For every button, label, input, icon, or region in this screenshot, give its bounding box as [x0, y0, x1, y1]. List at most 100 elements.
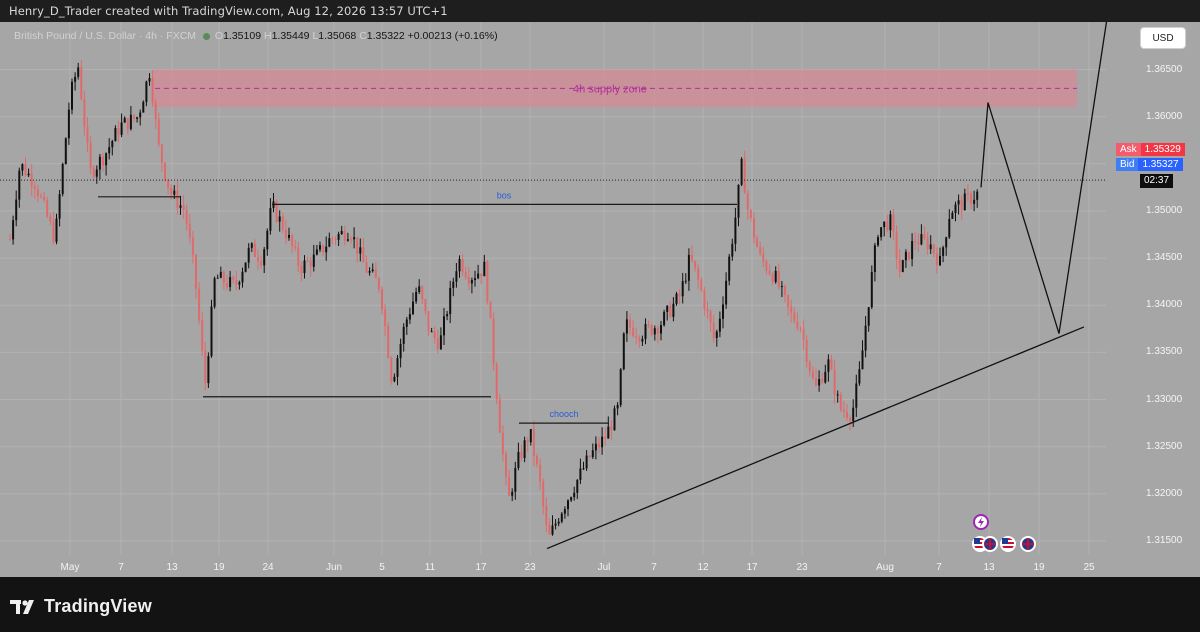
candle	[632, 320, 635, 338]
candle	[24, 157, 27, 177]
candle	[666, 305, 669, 321]
candle	[542, 478, 545, 515]
projection-path[interactable]	[980, 22, 1110, 334]
candle	[129, 106, 132, 131]
candle	[914, 231, 917, 250]
candle	[870, 265, 873, 310]
candle	[167, 179, 170, 195]
candle	[98, 153, 101, 180]
candle	[954, 201, 957, 222]
candle	[734, 207, 737, 252]
candle	[495, 361, 498, 405]
candle	[188, 214, 191, 244]
chart-area[interactable]: 4h supply zone bos chooch	[0, 22, 1200, 577]
candle	[377, 276, 380, 293]
candle	[257, 249, 259, 271]
candle	[12, 215, 15, 245]
candle	[963, 188, 966, 211]
candle	[436, 329, 439, 354]
symbol-legend[interactable]: British Pound / U.S. Dollar · 4h · FXCM …	[14, 30, 498, 42]
candle	[678, 289, 681, 305]
lightning-event-icon[interactable]	[973, 514, 989, 530]
candle	[219, 266, 222, 279]
candle	[625, 311, 628, 342]
candle	[325, 236, 328, 261]
candle	[306, 256, 309, 262]
candle	[498, 394, 501, 433]
candle	[808, 360, 811, 377]
candle	[71, 78, 73, 115]
open-value: 1.35109	[223, 30, 262, 42]
currency-button[interactable]: USD	[1140, 27, 1186, 49]
trendline[interactable]	[546, 326, 1085, 550]
candle	[554, 519, 557, 530]
candle	[926, 232, 929, 255]
candle	[815, 368, 817, 387]
candle	[784, 284, 786, 303]
candle	[768, 264, 771, 276]
candle	[337, 231, 340, 246]
candle	[945, 236, 948, 256]
tradingview-wordmark: TradingView	[44, 596, 152, 616]
candle	[195, 253, 197, 299]
candle	[430, 327, 433, 333]
candle	[415, 287, 418, 304]
footer	[0, 577, 1200, 632]
candle	[384, 304, 387, 336]
candle	[328, 232, 331, 248]
candle	[635, 327, 638, 345]
tradingview-logo[interactable]: TradingView	[10, 596, 152, 617]
candle	[427, 311, 430, 336]
candle	[77, 62, 80, 80]
candle	[898, 248, 901, 278]
candle	[74, 72, 77, 91]
candle	[405, 316, 408, 335]
candle	[737, 184, 740, 227]
candle	[911, 233, 914, 267]
candle	[802, 319, 805, 350]
time-tick: 12	[697, 562, 709, 573]
candle	[477, 264, 480, 280]
candle	[281, 212, 284, 233]
time-tick: 24	[262, 562, 274, 573]
candle	[598, 436, 600, 454]
candle	[644, 318, 647, 345]
candle	[669, 301, 672, 319]
candle	[545, 497, 548, 533]
low-value: 1.35068	[318, 30, 357, 42]
candle	[740, 157, 743, 187]
us-flag-icon[interactable]	[1000, 536, 1016, 552]
candle	[244, 262, 247, 273]
candle	[136, 116, 139, 123]
time-tick: 11	[424, 562, 436, 573]
price-chart[interactable]: 4h supply zone bos chooch	[0, 22, 1200, 577]
candle	[458, 255, 461, 278]
candle	[160, 143, 163, 172]
candle	[706, 301, 709, 319]
time-tick: 13	[983, 562, 995, 573]
candle	[616, 402, 619, 416]
uk-flag-icon[interactable]	[1020, 536, 1036, 552]
time-tick: 23	[524, 562, 536, 573]
candle	[787, 294, 790, 317]
candle	[579, 458, 582, 485]
candle	[576, 479, 579, 500]
candle	[867, 307, 870, 332]
time-tick: Jun	[325, 562, 343, 573]
candle	[297, 241, 300, 272]
candle	[346, 232, 349, 242]
time-tick: 13	[166, 562, 178, 573]
candle	[269, 198, 272, 235]
candle	[61, 162, 64, 197]
candle	[753, 211, 755, 244]
candle	[904, 249, 907, 268]
ask-tag: Ask 1.35329	[1116, 143, 1185, 156]
time-tick: 7	[936, 562, 942, 573]
time-tick: 17	[475, 562, 487, 573]
candle	[46, 196, 49, 218]
candle	[433, 326, 436, 344]
uk-flag-icon[interactable]	[982, 536, 998, 552]
candle	[892, 208, 895, 241]
candle	[703, 287, 706, 316]
candle	[133, 114, 135, 122]
